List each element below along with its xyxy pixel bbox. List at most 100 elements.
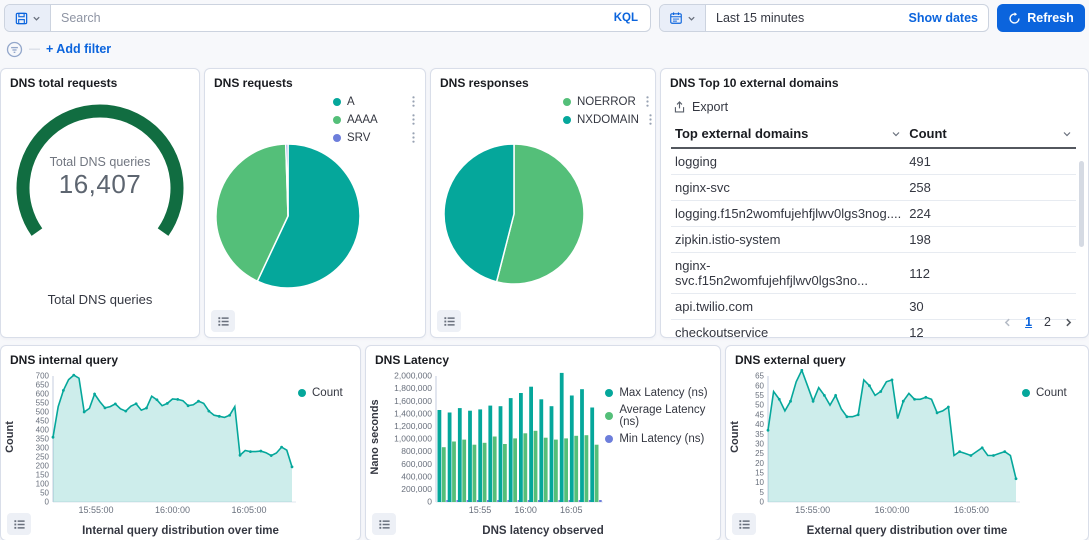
sort-chevron-icon bbox=[1062, 129, 1072, 139]
svg-text:16:00:00: 16:00:00 bbox=[155, 505, 190, 515]
legend-label: NXDOMAIN bbox=[577, 114, 639, 126]
date-quick-menu-button[interactable] bbox=[660, 5, 706, 31]
cell-count: 491 bbox=[905, 148, 1076, 175]
legend-dot bbox=[298, 389, 306, 397]
legend-item[interactable]: Count bbox=[298, 387, 360, 399]
area-chart: 0510152025303540455055606515:55:0016:00:… bbox=[742, 369, 1022, 524]
x-axis-title: Internal query distribution over time bbox=[1, 525, 360, 537]
legend-menu-icon[interactable] bbox=[642, 95, 653, 108]
legend-item[interactable]: NOERROR bbox=[563, 95, 649, 108]
list-icon bbox=[738, 518, 751, 531]
column-header-count[interactable]: Count bbox=[905, 120, 1076, 148]
legend-label: A bbox=[347, 96, 355, 108]
svg-text:800,000: 800,000 bbox=[402, 446, 433, 456]
svg-text:450: 450 bbox=[36, 417, 50, 426]
svg-text:500: 500 bbox=[36, 408, 50, 417]
svg-text:100: 100 bbox=[36, 480, 50, 489]
svg-text:45: 45 bbox=[755, 410, 764, 419]
gauge-bottom-label: Total DNS queries bbox=[1, 292, 199, 307]
svg-text:600,000: 600,000 bbox=[402, 459, 433, 469]
export-label: Export bbox=[692, 100, 728, 114]
legend-dot bbox=[1022, 389, 1030, 397]
chevron-down-icon bbox=[32, 14, 41, 23]
panel-title: DNS total requests bbox=[1, 69, 199, 90]
add-filter-button[interactable]: + Add filter bbox=[46, 42, 111, 56]
pagination: 12 bbox=[1002, 315, 1074, 329]
legend: Count bbox=[298, 369, 360, 524]
calendar-icon bbox=[669, 11, 683, 25]
svg-text:50: 50 bbox=[40, 489, 49, 498]
column-label: Top external domains bbox=[675, 126, 808, 141]
panel-dns-requests: DNS requests AAAAASRV bbox=[204, 68, 426, 338]
filter-divider: — bbox=[29, 43, 40, 55]
search-input[interactable] bbox=[51, 5, 602, 31]
svg-text:16:05: 16:05 bbox=[560, 505, 583, 515]
legend-toggle-button[interactable] bbox=[732, 513, 756, 535]
svg-text:20: 20 bbox=[755, 459, 764, 468]
table-scrollbar[interactable] bbox=[1079, 161, 1084, 247]
panel-dns-responses: DNS responses NOERRORNXDOMAIN bbox=[430, 68, 656, 338]
svg-text:150: 150 bbox=[36, 471, 50, 480]
legend-item[interactable]: Count bbox=[1022, 387, 1084, 399]
column-header-domains[interactable]: Top external domains bbox=[671, 120, 905, 148]
y-axis-title: Count bbox=[4, 382, 16, 492]
page-number-2[interactable]: 2 bbox=[1044, 315, 1051, 329]
legend-toggle-button[interactable] bbox=[372, 513, 396, 535]
svg-text:200: 200 bbox=[36, 462, 50, 471]
legend-item[interactable]: A bbox=[333, 95, 419, 108]
show-dates-button[interactable]: Show dates bbox=[899, 5, 988, 31]
cell-count: 112 bbox=[905, 253, 1076, 294]
page-number-1[interactable]: 1 bbox=[1025, 315, 1032, 329]
sort-chevron-icon bbox=[891, 129, 901, 139]
legend-item[interactable]: Min Latency (ns) bbox=[605, 433, 720, 445]
export-button[interactable]: Export bbox=[661, 90, 738, 120]
refresh-button[interactable]: Refresh bbox=[997, 4, 1085, 32]
svg-text:16:00:00: 16:00:00 bbox=[874, 505, 909, 515]
gauge-chart bbox=[1, 90, 199, 273]
legend-menu-icon[interactable] bbox=[408, 113, 419, 126]
legend-label: Average Latency (ns) bbox=[619, 404, 720, 428]
legend-item[interactable]: AAAA bbox=[333, 113, 419, 126]
date-picker: Last 15 minutes Show dates bbox=[659, 4, 989, 32]
saved-query-menu-button[interactable] bbox=[5, 5, 51, 31]
table-row: nginx-svc.f15n2womfujehfjlwv0lgs3no...11… bbox=[671, 253, 1076, 294]
cell-domain: logging bbox=[671, 148, 905, 175]
bar-chart: 0200,000400,000600,000800,0001,000,0001,… bbox=[380, 369, 605, 524]
panel-title: DNS requests bbox=[205, 69, 425, 90]
legend-label: Count bbox=[1036, 387, 1067, 399]
refresh-label: Refresh bbox=[1027, 11, 1074, 25]
legend-label: Max Latency (ns) bbox=[619, 387, 707, 399]
domains-table: Top external domains Count logging491 ngi… bbox=[671, 120, 1076, 338]
svg-text:300: 300 bbox=[36, 444, 50, 453]
kql-button[interactable]: KQL bbox=[602, 5, 650, 31]
panel-title: DNS internal query bbox=[1, 346, 360, 367]
legend-menu-icon[interactable] bbox=[645, 113, 656, 126]
cell-count: 258 bbox=[905, 175, 1076, 201]
legend-dot bbox=[563, 98, 571, 106]
legend-toggle-button[interactable] bbox=[437, 310, 461, 332]
svg-text:550: 550 bbox=[36, 399, 50, 408]
time-range-value[interactable]: Last 15 minutes bbox=[706, 5, 899, 31]
legend-toggle-button[interactable] bbox=[7, 513, 31, 535]
svg-text:15:55:00: 15:55:00 bbox=[795, 505, 830, 515]
svg-text:1,800,000: 1,800,000 bbox=[395, 383, 433, 393]
filter-icon[interactable] bbox=[6, 41, 23, 58]
legend-menu-icon[interactable] bbox=[408, 95, 419, 108]
legend-item[interactable]: Average Latency (ns) bbox=[605, 404, 720, 428]
legend-toggle-button[interactable] bbox=[211, 310, 235, 332]
legend-item[interactable]: NXDOMAIN bbox=[563, 113, 649, 126]
panel-dns-internal-query: DNS internal query Count 050100150200250… bbox=[0, 345, 361, 540]
svg-text:15:55: 15:55 bbox=[469, 505, 492, 515]
legend-menu-icon[interactable] bbox=[408, 131, 419, 144]
svg-text:400: 400 bbox=[36, 426, 50, 435]
next-page-button[interactable] bbox=[1063, 317, 1074, 328]
svg-text:16:05:00: 16:05:00 bbox=[954, 505, 989, 515]
previous-page-button[interactable] bbox=[1002, 317, 1013, 328]
panel-title: DNS Latency bbox=[366, 346, 720, 367]
save-icon bbox=[14, 11, 29, 26]
svg-text:40: 40 bbox=[755, 420, 764, 429]
svg-text:200,000: 200,000 bbox=[402, 484, 433, 494]
legend-item[interactable]: Max Latency (ns) bbox=[605, 387, 720, 399]
pie-chart bbox=[441, 141, 587, 292]
legend-label: Min Latency (ns) bbox=[619, 433, 704, 445]
